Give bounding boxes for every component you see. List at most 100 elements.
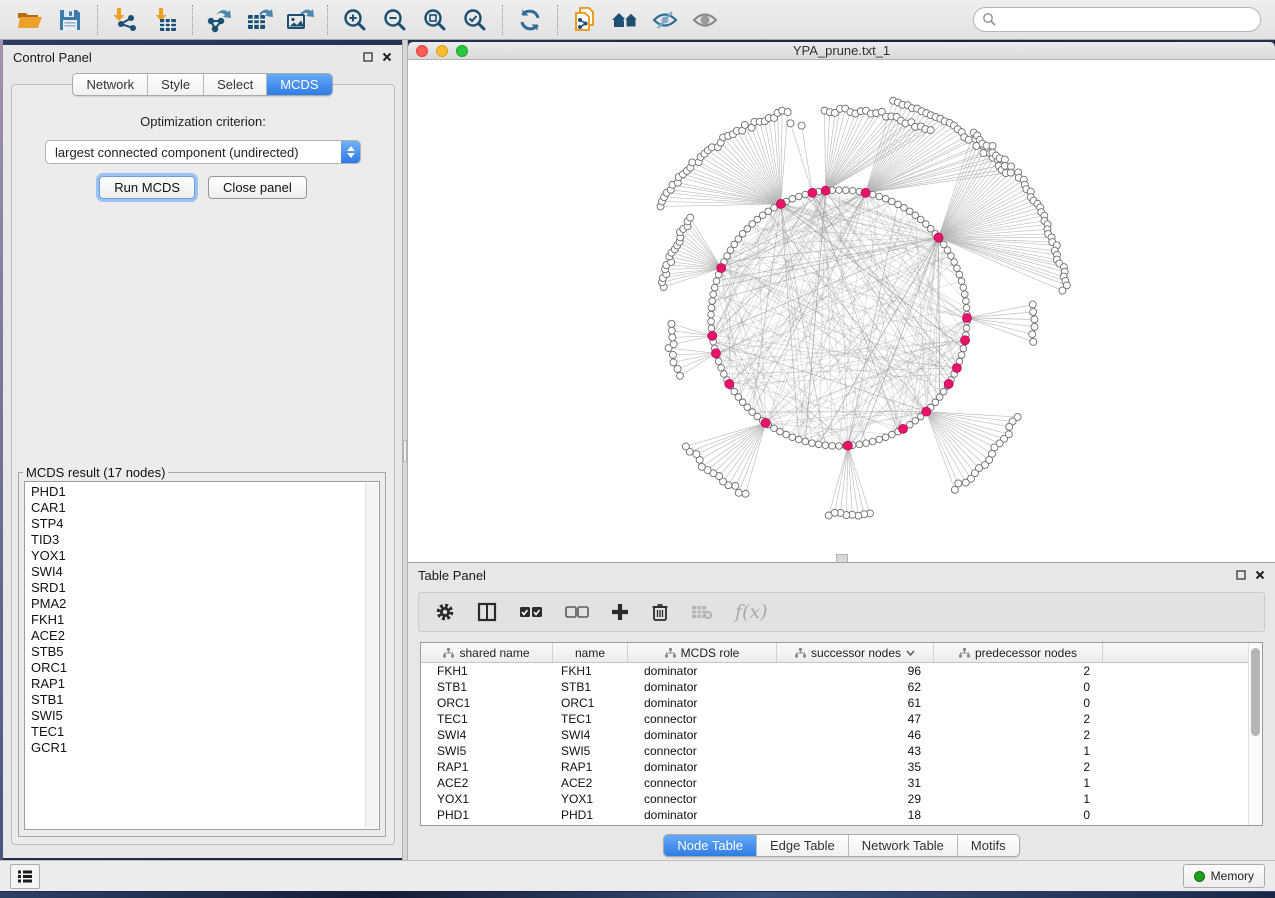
function-builder-button[interactable]: f(x) [735,601,768,623]
zoom-in-icon [342,7,368,33]
zoom-out-icon [382,7,408,33]
table-settings-button[interactable] [435,602,455,622]
table-cell: 1 [934,743,1103,759]
column-header-name[interactable]: name [553,643,628,662]
criterion-dropdown[interactable]: largest connected component (undirected) [45,140,361,164]
table-row[interactable]: FKH1FKH1dominator962 [421,663,1248,679]
close-panel-icon[interactable] [1255,570,1265,580]
mcds-result-item[interactable]: ORC1 [31,660,363,676]
table-row[interactable]: STB1STB1dominator620 [421,679,1248,695]
table-row[interactable]: TEC1TEC1connector472 [421,711,1248,727]
horizontal-split-handle[interactable] [836,554,848,562]
mcds-result-item[interactable]: ACE2 [31,628,363,644]
export-table-button[interactable] [240,3,280,37]
table-cell: 61 [777,695,934,711]
export-image-button[interactable] [280,3,320,37]
table-row[interactable]: ACE2ACE2connector311 [421,775,1248,791]
table-tab-node-table[interactable]: Node Table [664,835,757,856]
mcds-result-item[interactable]: STB1 [31,692,363,708]
tab-select[interactable]: Select [204,74,267,95]
table-row[interactable]: YOX1YOX1connector291 [421,791,1248,807]
table-row[interactable]: SWI4SWI4dominator462 [421,727,1248,743]
delete-column-button[interactable] [651,602,669,622]
network-graph[interactable] [408,60,1272,559]
table-tab-edge-table[interactable]: Edge Table [757,835,849,856]
table-row[interactable]: SWI5SWI5connector431 [421,743,1248,759]
mcds-result-item[interactable]: CAR1 [31,500,363,516]
search-input[interactable] [973,7,1261,32]
import-table-button[interactable] [145,3,185,37]
result-list-scrollbar[interactable] [365,483,378,828]
mcds-result-item[interactable]: TEC1 [31,724,363,740]
run-mcds-button[interactable]: Run MCDS [99,176,195,199]
refresh-icon [517,7,543,33]
mcds-result-item[interactable]: YOX1 [31,548,363,564]
mcds-result-item[interactable]: SWI4 [31,564,363,580]
mcds-result-item[interactable]: SWI5 [31,708,363,724]
open-file-button[interactable] [10,3,50,37]
float-panel-icon[interactable] [363,52,373,62]
memory-button[interactable]: Memory [1183,864,1265,888]
network-window-titlebar[interactable]: YPA_prune.txt_1 [408,42,1275,60]
mcds-result-item[interactable]: PHD1 [31,484,363,500]
export-table-icon [246,7,274,33]
save-session-button[interactable] [50,3,90,37]
column-header-predecessor-nodes[interactable]: predecessor nodes [934,643,1103,662]
export-network-button[interactable] [200,3,240,37]
mcds-result-item[interactable]: SRD1 [31,580,363,596]
column-header-successor-nodes[interactable]: successor nodes [777,643,934,662]
tab-network[interactable]: Network [73,74,148,95]
mcds-result-item[interactable]: TID3 [31,532,363,548]
column-header-MCDS-role[interactable]: MCDS role [628,643,777,662]
mcds-result-item[interactable]: STP4 [31,516,363,532]
refresh-view-button[interactable] [510,3,550,37]
mcds-result-list[interactable]: PHD1CAR1STP4TID3YOX1SWI4SRD1PMA2FKH1ACE2… [24,481,380,830]
hide-elements-button[interactable] [645,3,685,37]
column-header-filler [1103,643,1248,662]
table-tab-network-table[interactable]: Network Table [849,835,958,856]
show-elements-button[interactable] [685,3,725,37]
table-scrollbar-thumb[interactable] [1251,648,1260,736]
first-neighbors-button[interactable] [565,3,605,37]
show-columns-button[interactable] [477,602,497,622]
delete-table-icon [691,604,713,620]
mcds-result-item[interactable]: FKH1 [31,612,363,628]
float-panel-icon[interactable] [1236,570,1246,580]
close-panel-icon[interactable] [382,52,392,62]
delete-table-button[interactable] [691,604,713,620]
mcds-result-item[interactable]: STB5 [31,644,363,660]
table-cell: STB1 [553,679,628,695]
zoom-fit-button[interactable] [415,3,455,37]
first-neighbors-icon [572,6,598,34]
table-scrollbar[interactable] [1248,643,1262,825]
add-column-button[interactable] [611,603,629,621]
import-network-button[interactable] [105,3,145,37]
close-panel-button[interactable]: Close panel [208,176,307,199]
table-cell: TEC1 [553,711,628,727]
mcds-result-item[interactable]: GCR1 [31,740,363,756]
zoom-out-button[interactable] [375,3,415,37]
deselect-all-button[interactable] [565,606,589,618]
select-all-button[interactable] [519,606,543,618]
tab-mcds[interactable]: MCDS [267,74,331,95]
table-cell: dominator [628,807,777,823]
mcds-result-item[interactable]: PMA2 [31,596,363,612]
table-cell: dominator [628,695,777,711]
table-tab-motifs[interactable]: Motifs [958,835,1019,856]
status-menu-button[interactable] [10,864,40,889]
column-header-shared-name[interactable]: shared name [421,643,553,662]
table-panel-title: Table Panel [418,568,486,583]
panel-divider-handle[interactable] [403,440,407,462]
networks-overview-button[interactable] [605,3,645,37]
network-view[interactable] [408,60,1275,562]
zoom-selected-button[interactable] [455,3,495,37]
mcds-result-item[interactable]: RAP1 [31,676,363,692]
zoom-in-button[interactable] [335,3,375,37]
tab-style[interactable]: Style [148,74,204,95]
table-row[interactable]: ORC1ORC1dominator610 [421,695,1248,711]
node-table-grid[interactable]: shared namenameMCDS rolesuccessor nodesp… [421,643,1248,825]
table-cell: 46 [777,727,934,743]
export-image-icon [286,7,314,33]
table-row[interactable]: PHD1PHD1dominator180 [421,807,1248,823]
table-row[interactable]: RAP1RAP1dominator352 [421,759,1248,775]
